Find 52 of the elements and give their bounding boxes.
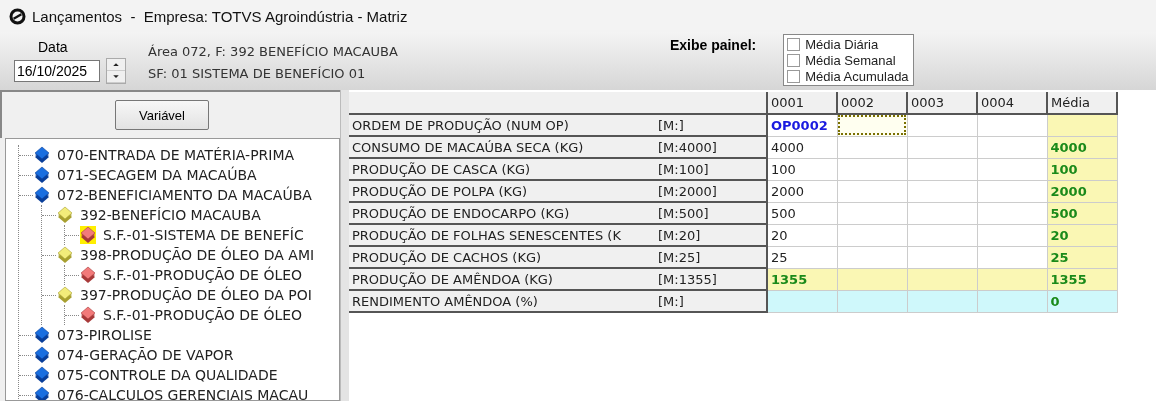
- date-label: Data: [38, 38, 69, 57]
- row-limit: [M:25]: [658, 249, 701, 265]
- row-label: PRODUÇÃO DE FOLHAS SENESCENTES (K: [352, 227, 622, 243]
- checkbox[interactable]: [787, 37, 801, 51]
- date-spinner[interactable]: [106, 58, 126, 84]
- row-label: PRODUÇÃO DE AMÊNDOA (KG): [352, 271, 554, 287]
- info-text: Área 072, F: 392 BENEFÍCIO MACAUBA: [148, 43, 398, 61]
- tree-item[interactable]: 071-SECAGEM DA MACAÚBA: [57, 167, 257, 183]
- tree-item[interactable]: 070-ENTRADA DE MATÉRIA-PRIMA: [57, 147, 295, 163]
- row-label: ORDEM DE PRODUÇÃO (NUM OP): [352, 117, 570, 133]
- tree-item[interactable]: S.F.-01-PRODUÇÃO DE ÓLEO: [103, 267, 303, 283]
- column-header[interactable]: 0004: [977, 92, 1047, 114]
- row-label: PRODUÇÃO DE ENDOCARPO (KG): [352, 205, 571, 221]
- tree-item[interactable]: 075-CONTROLE DA QUALIDADE: [57, 367, 278, 383]
- row-label: PRODUÇÃO DE CASCA (KG): [352, 161, 532, 177]
- column-header[interactable]: 0002: [837, 92, 907, 114]
- column-header[interactable]: 0003: [907, 92, 977, 114]
- row-limit: [M:]: [658, 293, 684, 309]
- variable-button[interactable]: Variável: [115, 100, 209, 130]
- row-label: PRODUÇÃO DE CACHOS (KG): [352, 249, 543, 265]
- app-icon: [9, 7, 26, 25]
- splitter[interactable]: [340, 90, 349, 401]
- row-limit: [M:4000]: [658, 139, 717, 155]
- tree-item[interactable]: 073-PIROLISE: [57, 327, 152, 343]
- row-limit: [M:100]: [658, 161, 709, 177]
- tree-item[interactable]: 398-PRODUÇÃO DE ÓLEO DA AMI: [80, 247, 315, 263]
- panel-label: Exibe painel:: [669, 37, 757, 53]
- checkbox-label: Média Acumulada: [805, 68, 909, 84]
- row-label: RENDIMENTO AMÊNDOA (%): [352, 293, 539, 309]
- column-header[interactable]: Média: [1047, 92, 1117, 114]
- tree-item[interactable]: S.F.-01-SISTEMA DE BENEFÍC: [103, 227, 304, 243]
- tree-item[interactable]: 074-GERAÇÃO DE VAPOR: [57, 347, 234, 363]
- tree-item[interactable]: 392-BENEFÍCIO MACAUBA: [80, 207, 261, 223]
- tree-item[interactable]: 076-CALCULOS GERENCIAIS MACAU: [57, 387, 309, 400]
- row-limit: [M:]: [658, 117, 684, 133]
- checkbox[interactable]: [787, 53, 801, 67]
- row-label: CONSUMO DE MACAÚBA SECA (KG): [352, 139, 585, 155]
- row-limit: [M:2000]: [658, 183, 717, 199]
- info-text: SF: 01 SISTEMA DE BENEFÍCIO 01: [148, 65, 367, 83]
- column-header[interactable]: 0001: [767, 92, 837, 114]
- tree-item[interactable]: 397-PRODUÇÃO DE ÓLEO DA POI: [80, 287, 312, 303]
- row-label: PRODUÇÃO DE POLPA (KG): [352, 183, 529, 199]
- date-field[interactable]: 16/10/2025: [14, 60, 100, 82]
- row-limit: [M:1355]: [658, 271, 717, 287]
- tree-item[interactable]: 072-BENEFICIAMENTO DA MACAÚBA: [57, 187, 312, 203]
- checkbox-label: Média Semanal: [805, 52, 896, 68]
- window-title: Lançamentos - Empresa: TOTVS Agroindústria - Matriz: [32, 7, 408, 25]
- tree-item[interactable]: S.F.-01-PRODUÇÃO DE ÓLEO: [103, 307, 303, 323]
- row-limit: [M:20]: [658, 227, 701, 243]
- checkbox[interactable]: [787, 69, 801, 83]
- row-limit: [M:500]: [658, 205, 709, 221]
- checkbox-label: Média Diária: [805, 36, 879, 52]
